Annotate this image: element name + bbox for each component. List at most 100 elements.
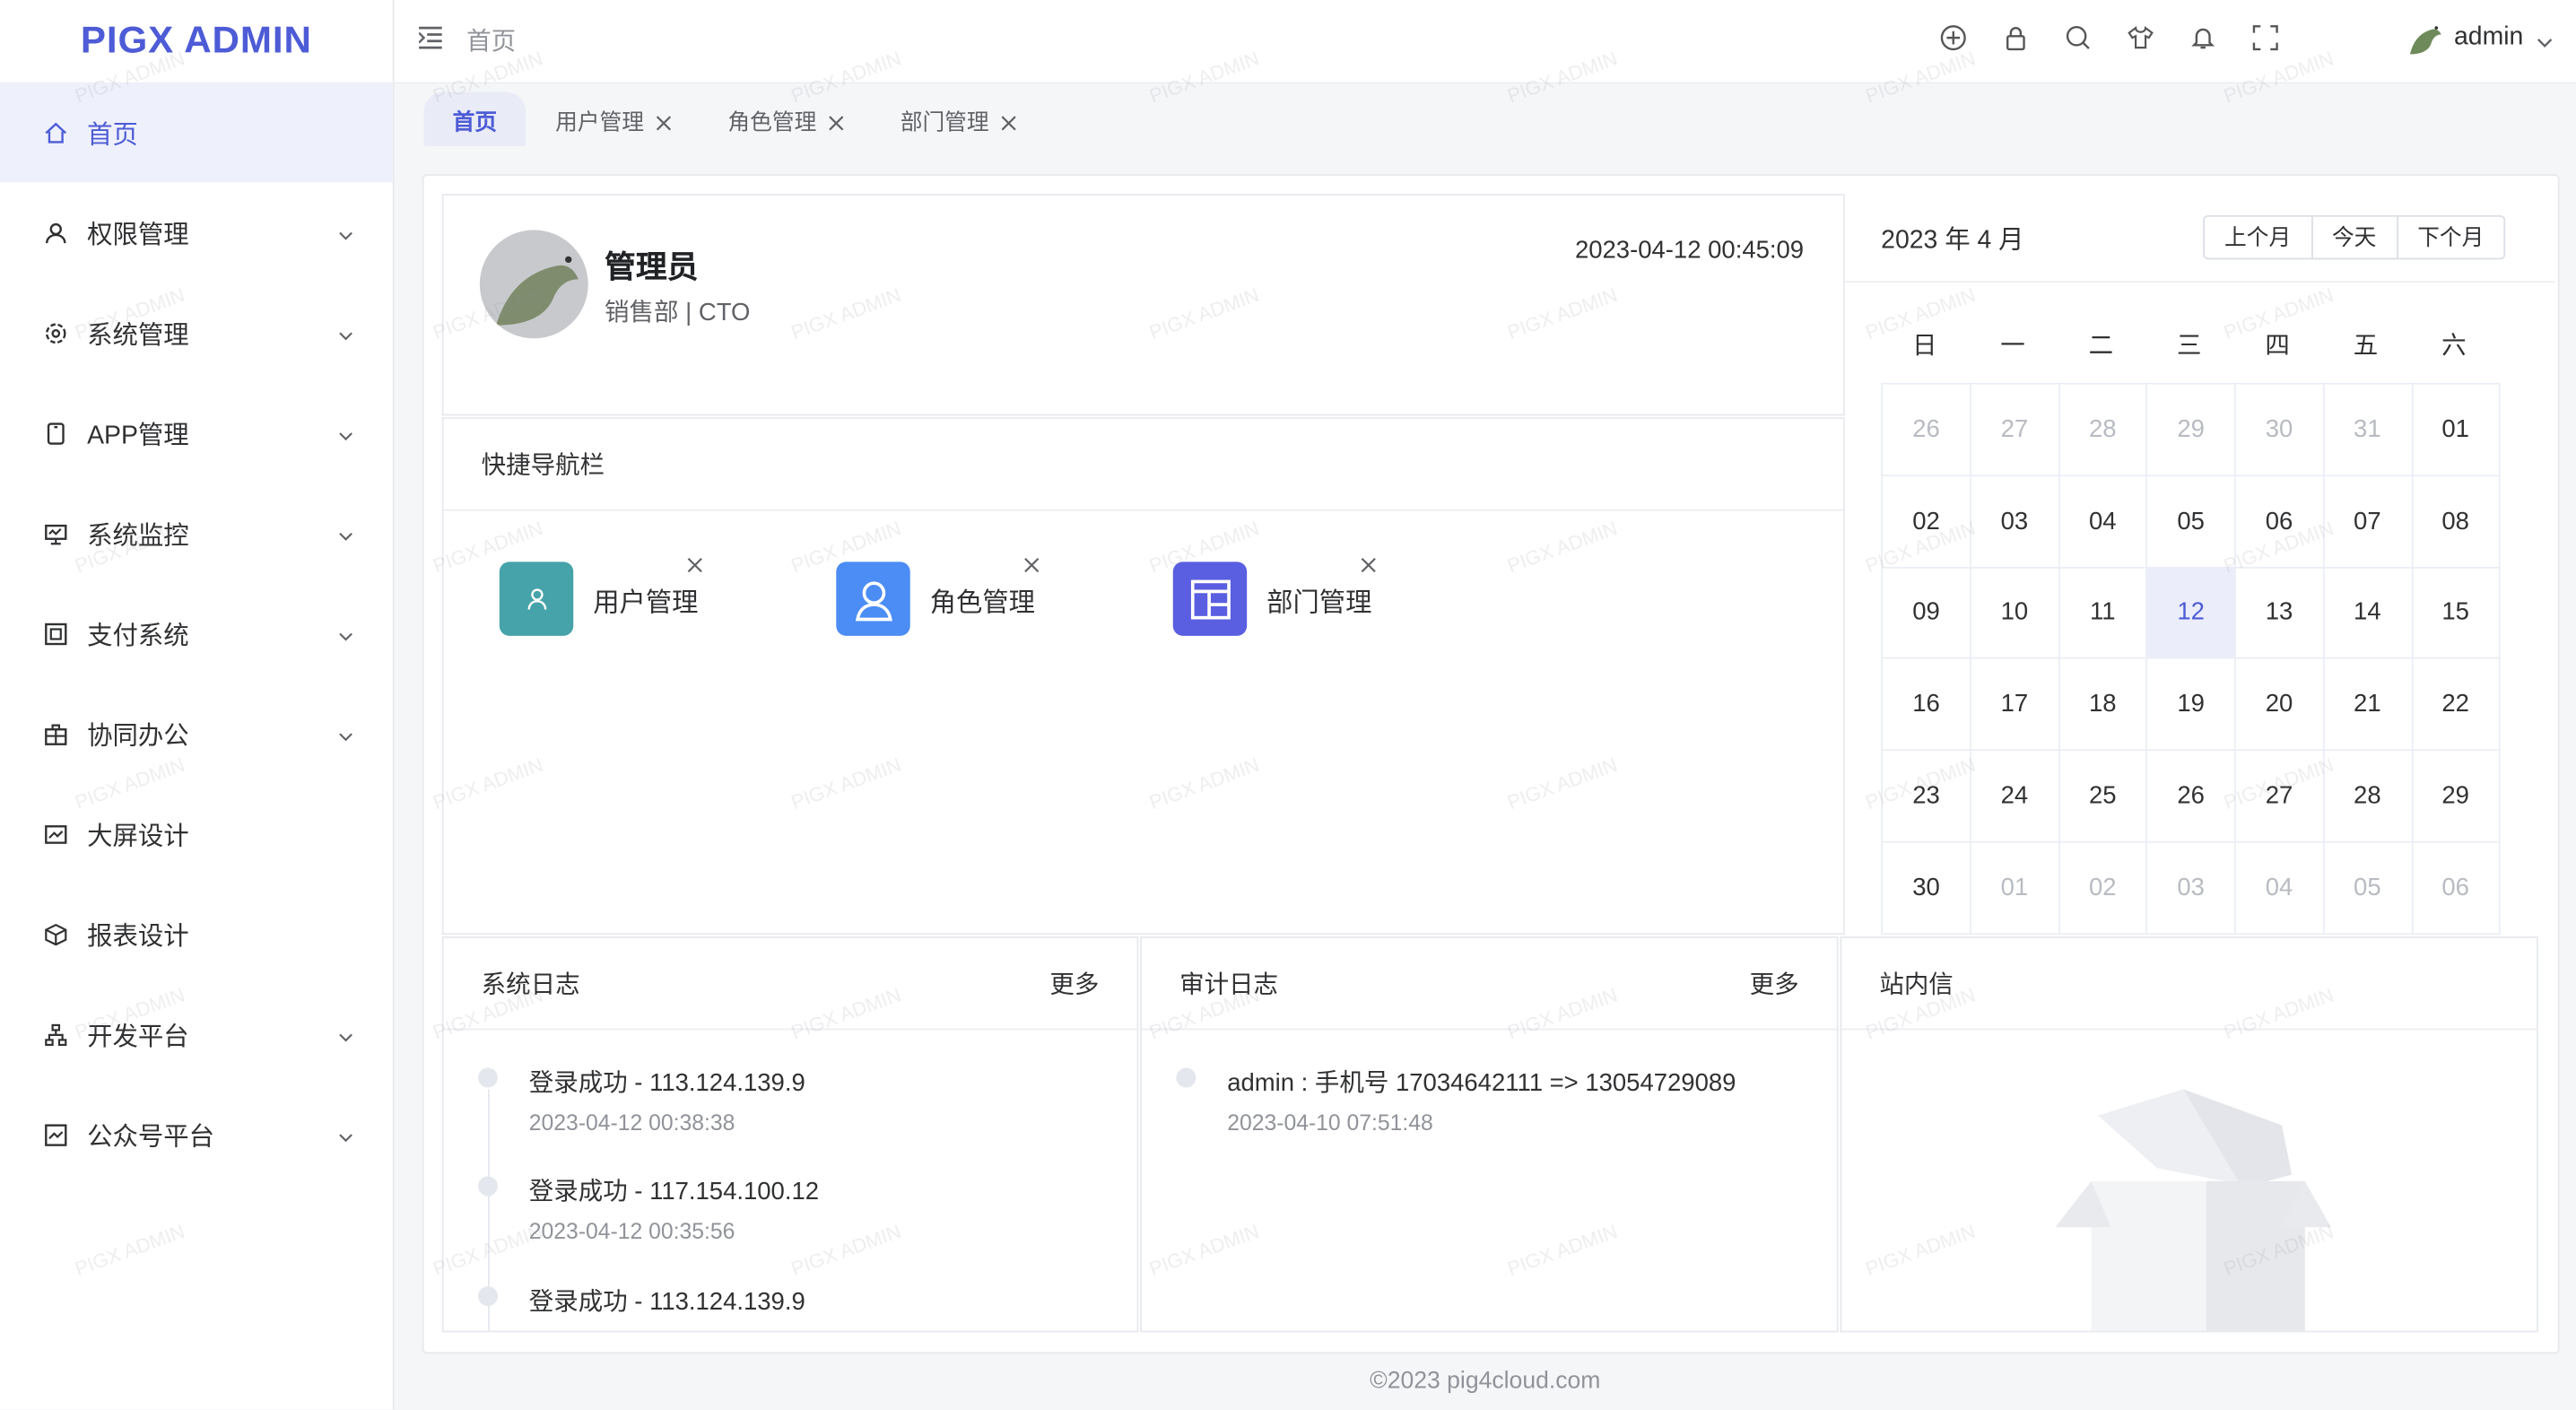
calendar-day[interactable]: 06 <box>2412 841 2502 935</box>
calendar-day[interactable]: 30 <box>1883 841 1971 935</box>
system-log-more-link[interactable]: 更多 <box>1049 966 1099 1000</box>
calendar-day[interactable]: 09 <box>1883 567 1971 660</box>
sidebar-item-7[interactable]: 大屏设计 <box>0 784 393 884</box>
calendar-day[interactable]: 28 <box>2058 384 2148 477</box>
calendar-day[interactable]: 21 <box>2323 658 2413 752</box>
sidebar-item-4[interactable]: 系统监控 <box>0 483 393 583</box>
calendar-day[interactable]: 13 <box>2235 567 2325 660</box>
calendar-day[interactable]: 08 <box>2412 475 2502 569</box>
calendar-day[interactable]: 15 <box>2412 567 2502 660</box>
timeline-dot <box>477 1286 498 1307</box>
calendar-day[interactable]: 30 <box>2235 384 2325 477</box>
sidebar-item-10[interactable]: 公众号平台 <box>0 1084 393 1185</box>
sidebar-item-6[interactable]: 协同办公 <box>0 683 393 784</box>
avatar-icon <box>836 561 910 636</box>
profile-card: 管理员 销售部 | CTO 2023-04-12 00:45:09 <box>441 194 1845 416</box>
profile-avatar <box>479 230 588 339</box>
sidebar-item-3[interactable]: APP管理 <box>0 383 393 483</box>
header-toolbar <box>1936 22 2280 53</box>
calendar-day[interactable]: 20 <box>2235 658 2325 752</box>
calendar-day[interactable]: 02 <box>1883 475 1971 569</box>
app-logo[interactable]: PIGX ADMIN <box>0 0 393 83</box>
sidebar-item-8[interactable]: 报表设计 <box>0 883 393 984</box>
home-icon <box>44 121 67 144</box>
calendar-day[interactable]: 24 <box>1971 750 2060 843</box>
weekday-label: 三 <box>2177 331 2202 361</box>
calendar-day[interactable]: 04 <box>2235 841 2325 935</box>
tab-dept-management[interactable]: 部门管理 <box>901 92 1017 146</box>
calendar-day[interactable]: 06 <box>2235 475 2325 569</box>
messages-card: 站内信 <box>1840 936 2538 1333</box>
sidebar-item-5[interactable]: 支付系统 <box>0 583 393 683</box>
calendar-day[interactable]: 03 <box>1971 475 2060 569</box>
sidebar-item-1[interactable]: 权限管理 <box>0 182 393 283</box>
calendar-title: 2023 年 4 月 <box>1881 226 2024 255</box>
search-icon[interactable] <box>2062 22 2093 53</box>
user-icon <box>44 221 67 244</box>
calendar-day[interactable]: 17 <box>1971 658 2060 752</box>
sidebar-item-2[interactable]: 系统管理 <box>0 283 393 383</box>
quick-nav-item-user[interactable]: 用户管理 <box>499 557 702 636</box>
calendar-day[interactable]: 27 <box>2235 750 2325 843</box>
sidebar-menu: 首页 权限管理 系统管理 APP管理 系统监控 支付系统 协同办公 大屏设计 报表设计 开发平台公… <box>0 82 393 1185</box>
calendar-day[interactable]: 25 <box>2058 750 2148 843</box>
close-icon[interactable] <box>1000 111 1016 130</box>
close-icon[interactable] <box>656 111 672 130</box>
tab-label: 部门管理 <box>900 109 989 135</box>
calendar-day[interactable]: 05 <box>2147 475 2236 569</box>
fullscreen-icon[interactable] <box>2249 22 2280 53</box>
sidebar-item-0[interactable]: 首页 <box>0 82 393 183</box>
calendar-day[interactable]: 16 <box>1883 658 1971 752</box>
globe-icon[interactable] <box>1936 22 1968 53</box>
chart-icon <box>44 1123 67 1146</box>
calendar-day[interactable]: 12 <box>2147 567 2236 660</box>
calendar-day[interactable]: 07 <box>2323 475 2413 569</box>
calendar-day[interactable]: 04 <box>2058 475 2148 569</box>
calendar-day[interactable]: 01 <box>1971 841 2060 935</box>
calendar-day[interactable]: 31 <box>2323 384 2413 477</box>
calendar-day[interactable]: 26 <box>2147 750 2236 843</box>
close-icon[interactable] <box>828 111 844 130</box>
weekday-label: 五 <box>2353 331 2379 361</box>
calendar-day[interactable]: 27 <box>1971 384 2060 477</box>
today-button[interactable]: 今天 <box>2312 216 2398 258</box>
tab-role-management[interactable]: 角色管理 <box>727 92 844 146</box>
chevron-down-icon <box>338 522 352 541</box>
log-entry-time: 2023-04-12 00:35:56 <box>528 1219 735 1244</box>
bell-icon[interactable] <box>2187 22 2218 53</box>
breadcrumb[interactable]: 首页 <box>466 23 516 57</box>
calendar-day[interactable]: 05 <box>2323 841 2413 935</box>
shirt-icon[interactable] <box>2124 22 2155 53</box>
tab-user-management[interactable]: 用户管理 <box>555 92 672 146</box>
calendar-day[interactable]: 14 <box>2323 567 2413 660</box>
tab-bar: 首页 用户管理 角色管理 部门管理 <box>395 83 2576 147</box>
audit-log-more-link[interactable]: 更多 <box>1750 966 1799 1000</box>
calendar-day[interactable]: 29 <box>2412 750 2502 843</box>
calendar-day[interactable]: 10 <box>1971 567 2060 660</box>
next-month-button[interactable]: 下个月 <box>2398 217 2503 258</box>
quick-nav-item-dept[interactable]: 部门管理 <box>1172 557 1376 636</box>
quick-nav-item-role[interactable]: 角色管理 <box>836 557 1040 636</box>
calendar-day[interactable]: 22 <box>2412 658 2502 752</box>
audit-log-card: 审计日志 更多 admin : 手机号 17034642111 => 13054… <box>1140 936 1839 1333</box>
calendar-day[interactable]: 19 <box>2147 658 2236 752</box>
calendar-day[interactable]: 26 <box>1883 384 1971 477</box>
menu-toggle-icon[interactable] <box>418 26 443 57</box>
user-menu[interactable]: admin <box>2405 18 2553 57</box>
prev-month-button[interactable]: 上个月 <box>2205 216 2312 258</box>
calendar-day[interactable]: 11 <box>2058 567 2148 660</box>
calendar-day[interactable]: 18 <box>2058 658 2148 752</box>
tab-home[interactable]: 首页 <box>423 91 527 147</box>
calendar-day[interactable]: 28 <box>2323 750 2413 843</box>
calendar-day[interactable]: 01 <box>2412 384 2502 477</box>
calendar-day[interactable]: 23 <box>1883 750 1971 843</box>
close-icon[interactable] <box>687 552 703 573</box>
payment-icon <box>44 622 67 645</box>
close-icon[interactable] <box>1023 552 1040 573</box>
close-icon[interactable] <box>1361 552 1377 573</box>
calendar-day[interactable]: 02 <box>2058 841 2148 935</box>
calendar-day[interactable]: 03 <box>2147 841 2236 935</box>
calendar-day[interactable]: 29 <box>2147 384 2236 477</box>
lock-icon[interactable] <box>1999 22 2031 53</box>
sidebar-item-9[interactable]: 开发平台 <box>0 984 393 1084</box>
